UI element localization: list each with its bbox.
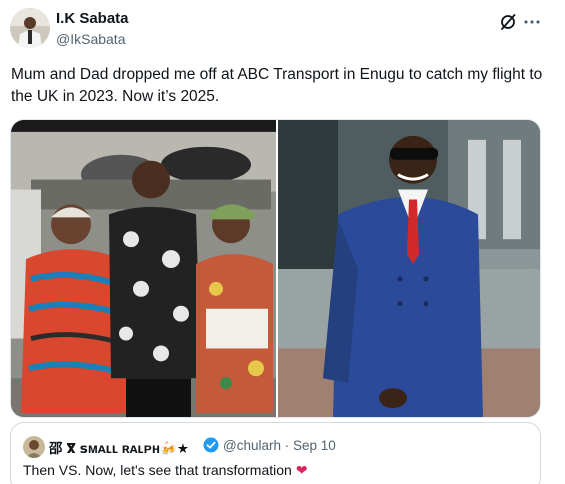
quote-author-display-name[interactable]: 邵 ⴳ ꜱᴍᴀʟʟ ʀᴀʟᴘʜ🍻★ [49,437,189,457]
grok-slash-icon[interactable] [499,13,517,31]
heart-icon: ❤ [295,462,308,478]
quote-text: Then VS. Now, let's see that transformat… [23,462,308,479]
more-dots-icon[interactable] [521,12,543,32]
author-handle[interactable]: @IkSabata [56,30,129,49]
tweet-media-grid [10,119,541,418]
photo-now[interactable] [278,120,540,417]
photo-then[interactable] [11,120,276,417]
quoted-tweet-card[interactable]: 邵 ⴳ ꜱᴍᴀʟʟ ʀᴀʟᴘʜ🍻★ @chularh · Sep 10 Then… [10,422,541,484]
quote-text-body: Then VS. Now, let's see that transformat… [23,462,292,478]
author-avatar[interactable] [10,8,50,48]
author-name-block: I.K Sabata @IkSabata [56,9,129,49]
verified-badge-icon [203,437,219,453]
quote-handle-time[interactable]: @chularh · Sep 10 [223,438,336,453]
author-display-name[interactable]: I.K Sabata [56,9,129,29]
quote-author-avatar[interactable] [23,436,45,458]
tweet-text: Mum and Dad dropped me off at ABC Transp… [11,66,543,105]
